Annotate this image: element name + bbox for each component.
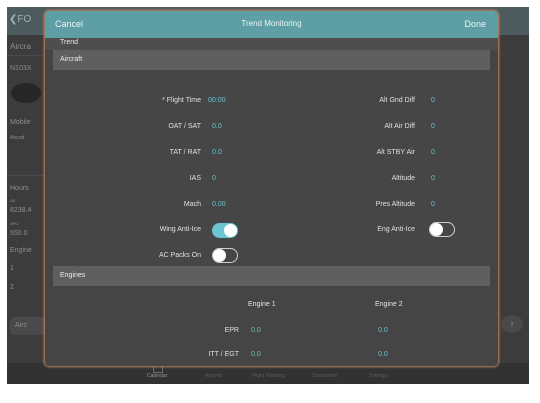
itt-egt-label: ITT / EGT	[208, 351, 239, 358]
calendar-icon	[153, 365, 163, 373]
background-text: N103X	[10, 65, 32, 72]
alt-stby-air-value[interactable]: 0	[431, 149, 435, 156]
oat-sat-value[interactable]: 0.0	[212, 123, 222, 130]
tab-flight-planning[interactable]: Flight Planning	[252, 373, 285, 379]
background-text: AB	[10, 198, 16, 203]
toggle-knob	[224, 224, 237, 237]
mach-label: Mach	[183, 201, 201, 208]
itt-egt-engine-2-value[interactable]: 0.0	[378, 351, 388, 358]
background-next-button[interactable]: ›	[501, 316, 523, 332]
ac-packs-on-label: AC Packs On	[158, 252, 201, 259]
itt-egt-engine-1-value[interactable]: 0.0	[251, 351, 261, 358]
aircraft-fields: * Flight Time 00:00 OAT / SAT 0.0 TAT / …	[53, 70, 490, 266]
wing-anti-ice-toggle[interactable]	[212, 223, 238, 238]
aircraft-section-header: Aircraft	[53, 50, 490, 70]
background-text: Aircraf	[10, 135, 25, 141]
background-sidebar: Aircra N103X Mobile Aircraf Hours AB 823…	[7, 35, 45, 365]
flight-time-value[interactable]: 00:00	[208, 97, 226, 104]
tab-settings[interactable]: Settings	[369, 373, 387, 379]
ias-label: IAS	[189, 175, 201, 182]
alt-gnd-diff-label: Alt Gnd Diff	[379, 97, 415, 104]
trend-label: Trend	[60, 39, 79, 46]
trend-monitoring-modal: Cancel Trend Monitoring Done Trend Aircr…	[45, 11, 498, 366]
background-text: 550.0	[10, 230, 28, 237]
engine-1-header: Engine 1	[248, 301, 276, 308]
background-text: Engine	[10, 247, 32, 254]
mach-value[interactable]: 0.00	[212, 201, 226, 208]
toggle-knob	[430, 223, 443, 236]
eng-anti-ice-toggle[interactable]	[429, 222, 455, 237]
tat-rat-label: TAT / RAT	[169, 149, 201, 156]
background-text: 8238.4	[10, 207, 32, 214]
background-text: Hours	[10, 185, 29, 192]
altitude-label: Altitude	[391, 175, 415, 182]
background-text: APU	[10, 221, 19, 226]
modal-navbar: Cancel Trend Monitoring Done	[45, 11, 498, 38]
engines-section-header: Engines	[53, 266, 490, 286]
background-text: 1	[10, 265, 14, 272]
done-button[interactable]: Done	[464, 19, 486, 29]
eng-anti-ice-label: Eng Anti-Ice	[377, 226, 415, 233]
background-text: Aircra	[10, 42, 31, 51]
modal-title: Trend Monitoring	[241, 19, 302, 28]
epr-engine-2-value[interactable]: 0.0	[378, 327, 388, 334]
chevron-right-icon: ›	[510, 318, 514, 329]
alt-gnd-diff-value[interactable]: 0	[431, 97, 435, 104]
tat-rat-value[interactable]: 0.0	[212, 149, 222, 156]
epr-label: EPR	[224, 327, 239, 334]
background-back-button[interactable]: ❮FO	[9, 14, 31, 25]
alt-air-diff-label: Alt Air Diff	[384, 123, 415, 130]
section-title: Engines	[60, 272, 86, 279]
section-title: Aircraft	[60, 56, 83, 63]
ac-packs-on-toggle[interactable]	[212, 248, 238, 263]
oat-sat-label: OAT / SAT	[168, 123, 201, 130]
tab-calendar[interactable]: Calendar	[147, 365, 167, 379]
trend-header: Trend	[45, 38, 498, 50]
app-frame: ❮FO Aircra N103X Mobile Aircraf Hours AB…	[7, 7, 529, 384]
background-text: Mobile	[10, 119, 31, 126]
wing-anti-ice-label: Wing Anti-Ice	[159, 226, 201, 233]
ias-value[interactable]: 0	[212, 175, 216, 182]
epr-engine-1-value[interactable]: 0.0	[251, 327, 261, 334]
divider	[7, 55, 45, 56]
aircraft-image	[11, 83, 41, 103]
alt-air-diff-value[interactable]: 0	[431, 123, 435, 130]
background-tab-bar: Calendar Airports Flight Planning Docume…	[7, 363, 529, 384]
pres-altitude-label: Pres Altitude	[375, 201, 415, 208]
alt-stby-air-label: Alt STBY Air	[376, 149, 415, 156]
flight-time-label: * Flight Time	[162, 97, 201, 104]
tab-documents[interactable]: Documents	[312, 373, 337, 379]
background-text: 2	[10, 284, 14, 291]
tab-airports[interactable]: Airports	[205, 373, 222, 379]
pres-altitude-value[interactable]: 0	[431, 201, 435, 208]
altitude-value[interactable]: 0	[431, 175, 435, 182]
toggle-knob	[213, 249, 226, 262]
divider	[7, 175, 45, 176]
engine-2-header: Engine 2	[375, 301, 403, 308]
